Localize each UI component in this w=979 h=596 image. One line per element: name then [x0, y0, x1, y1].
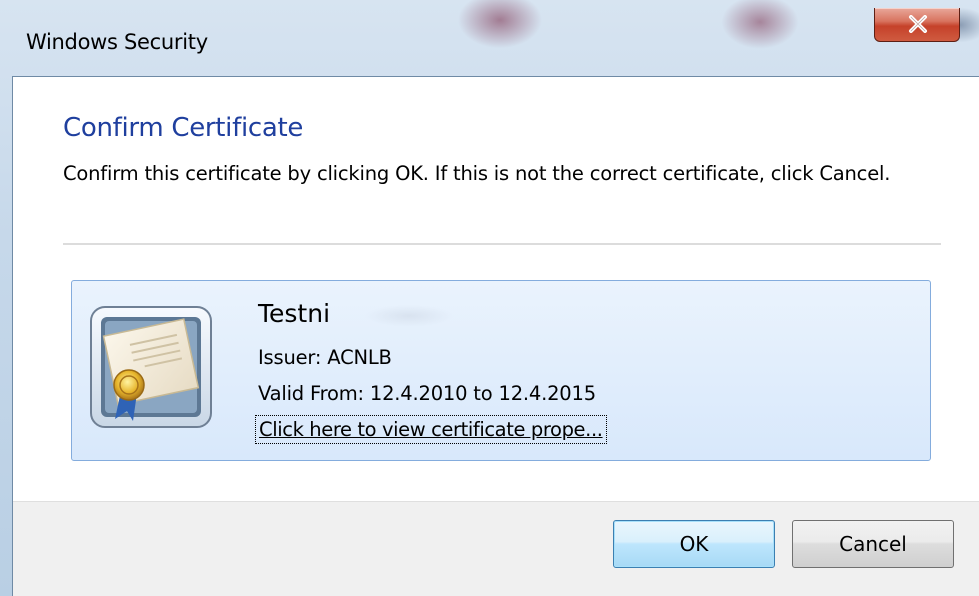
- close-button[interactable]: [874, 8, 960, 42]
- dialog-content: Confirm Certificate Confirm this certifi…: [12, 76, 979, 596]
- certificate-validity: Valid From: 12.4.2010 to 12.4.2015: [258, 382, 596, 405]
- redacted-name: [364, 305, 454, 327]
- view-certificate-properties-link[interactable]: Click here to view certificate prope...: [255, 415, 607, 444]
- separator: [63, 243, 941, 245]
- cancel-button[interactable]: Cancel: [792, 520, 954, 568]
- dialog-heading: Confirm Certificate: [63, 113, 304, 143]
- certificate-issuer: Issuer: ACNLB: [258, 346, 392, 369]
- dialog-instructions: Confirm this certificate by clicking OK.…: [63, 162, 891, 185]
- certificate-icon: [87, 303, 215, 431]
- title-bar[interactable]: Windows Security: [0, 0, 979, 88]
- dialog-window: Windows Security Confirm Certificate Con…: [0, 0, 979, 596]
- certificate-name: Testni: [258, 299, 331, 328]
- button-bar: OK Cancel: [13, 501, 979, 596]
- certificate-tile[interactable]: Testni Issuer: ACNLB Valid From: 12.4.20…: [71, 280, 931, 461]
- window-title: Windows Security: [26, 30, 208, 54]
- close-x-icon: [909, 15, 927, 33]
- ok-button[interactable]: OK: [613, 520, 775, 568]
